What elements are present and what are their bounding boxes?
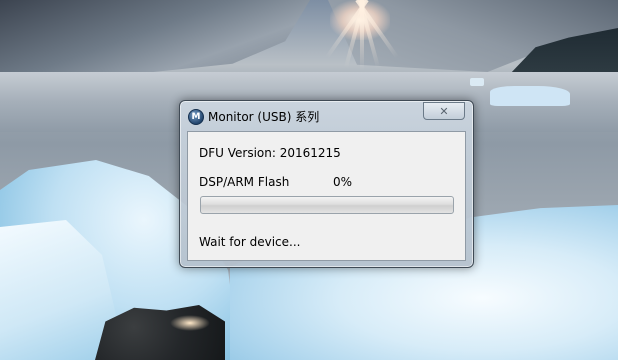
flash-label: DSP/ARM Flash [199,175,290,189]
dfu-version-label: DFU Version: 20161215 [199,146,341,160]
status-text: Wait for device... [199,235,301,249]
monitor-dialog: M Monitor (USB) 系列 ✕ DFU Version: 201612… [179,100,474,268]
monitor-app-icon: M [188,109,204,125]
dialog-content: DFU Version: 20161215 DSP/ARM Flash 0% W… [187,131,466,261]
close-button[interactable]: ✕ [423,102,465,120]
close-icon: ✕ [439,104,449,118]
flash-progress-bar [200,196,454,214]
wallpaper-ice-floe-small [470,78,484,86]
window-title: Monitor (USB) 系列 [208,110,320,124]
title-bar[interactable]: M Monitor (USB) 系列 ✕ [180,101,473,131]
flash-percent: 0% [333,175,353,189]
wallpaper-glow [170,315,210,331]
wallpaper-mountain-left [0,0,310,75]
wallpaper-ice-floe [490,86,570,106]
